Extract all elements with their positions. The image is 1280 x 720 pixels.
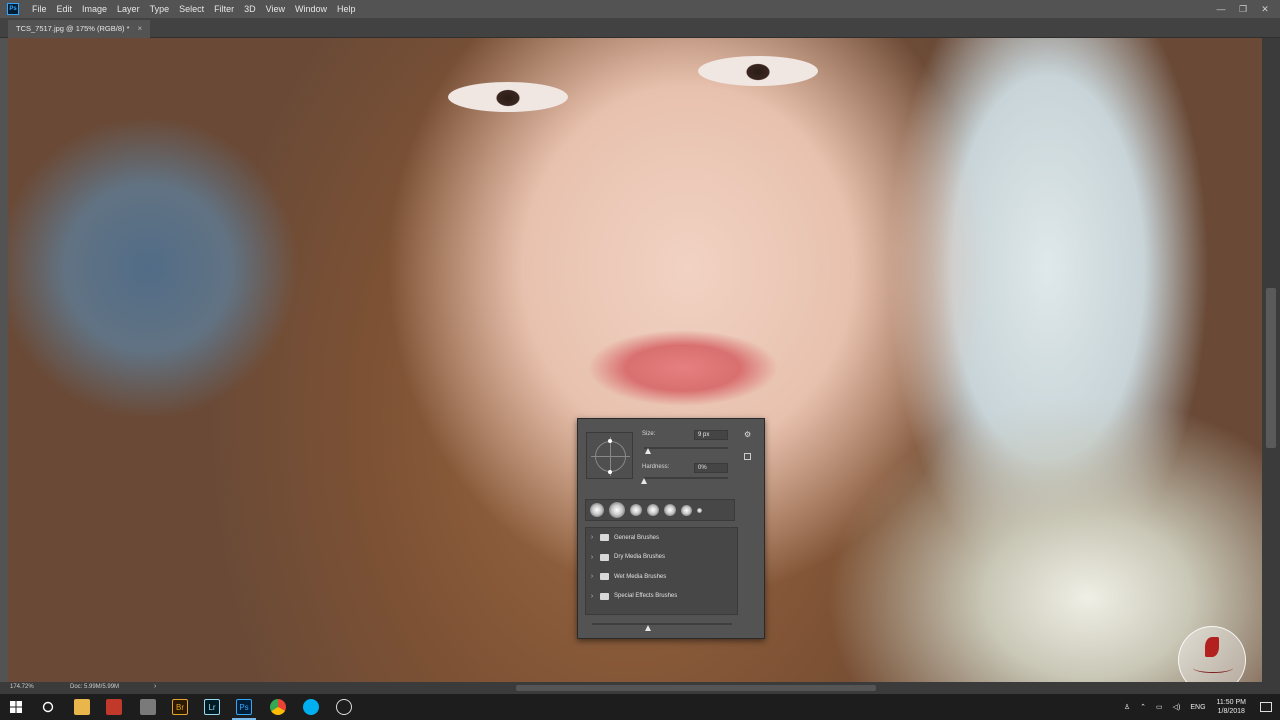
photoshop-window: Ps File Edit Image Layer Type Select Fil… [0, 0, 1280, 720]
preview-size-slider-track[interactable] [592, 623, 732, 625]
chevron-right-icon[interactable]: › [586, 554, 598, 561]
file-explorer-icon[interactable] [74, 699, 90, 715]
menu-layer[interactable]: Layer [112, 0, 145, 18]
menu-view[interactable]: View [261, 0, 290, 18]
menu-help[interactable]: Help [332, 0, 361, 18]
watermark-emblem [1205, 637, 1219, 657]
preview-size-slider-knob[interactable] [645, 625, 651, 631]
size-input[interactable]: 9 px [694, 430, 728, 440]
network-icon[interactable]: ▭ [1156, 703, 1163, 711]
brush-preset-picker: Size: 9 px Hardness: 0% ⚙ › General Brus… [577, 418, 765, 639]
folder-icon [600, 534, 609, 542]
vertical-scrollbar[interactable] [1262, 38, 1280, 682]
photoshop-logo-icon: Ps [7, 3, 19, 15]
folder-icon [600, 553, 609, 561]
photo-eye-right [698, 56, 818, 86]
clock-date: 1/8/2018 [1217, 708, 1245, 715]
document-size-info: Doc: 5.99M/5.99M [70, 684, 120, 690]
reset-icon[interactable] [744, 453, 751, 460]
bridge-icon[interactable]: Br [172, 699, 188, 715]
menu-window[interactable]: Window [290, 0, 332, 18]
minimize-button[interactable]: — [1210, 4, 1232, 14]
window-controls: — ❐ ✕ [1210, 0, 1276, 18]
lightroom-icon[interactable]: Lr [204, 699, 220, 715]
chevron-right-icon[interactable]: › [586, 593, 598, 600]
document-tab-title: TCS_7517.jpg @ 175% (RGB/8) * [16, 24, 130, 33]
menu-edit[interactable]: Edit [52, 0, 78, 18]
show-hidden-icons-icon[interactable]: ⌃ [1140, 703, 1146, 711]
size-slider-track[interactable] [644, 447, 728, 449]
menu-file[interactable]: File [27, 0, 52, 18]
folder-label: General Brushes [614, 534, 660, 541]
menu-3d[interactable]: 3D [239, 0, 261, 18]
menu-select[interactable]: Select [174, 0, 209, 18]
brush-tip-5[interactable] [664, 504, 676, 516]
document-tab[interactable]: TCS_7517.jpg @ 175% (RGB/8) * × [8, 20, 151, 38]
menu-type[interactable]: Type [145, 0, 175, 18]
menu-bar: Ps File Edit Image Layer Type Select Fil… [0, 0, 1280, 18]
hardness-slider-knob[interactable] [641, 478, 647, 484]
brush-tip-4[interactable] [647, 504, 659, 516]
chevron-right-icon[interactable]: › [586, 573, 598, 580]
brush-tip-3[interactable] [630, 504, 642, 516]
search-icon[interactable] [40, 699, 56, 715]
folder-label: Wet Media Brushes [614, 573, 667, 580]
notification-center-icon[interactable] [1260, 702, 1272, 712]
menu-image[interactable]: Image [77, 0, 112, 18]
brush-tip-preview[interactable] [586, 432, 633, 479]
vertical-scroll-thumb[interactable] [1266, 288, 1276, 448]
hardness-label: Hardness: [642, 464, 670, 470]
menu-filter[interactable]: Filter [209, 0, 239, 18]
size-slider-knob[interactable] [645, 448, 652, 454]
folder-label: Special Effects Brushes [614, 593, 678, 600]
close-button[interactable]: ✕ [1254, 4, 1276, 15]
language-indicator[interactable]: ENG [1190, 704, 1205, 711]
hardness-slider-track[interactable] [644, 477, 728, 479]
watermark-signature [1193, 663, 1233, 673]
document-tab-bar: TCS_7517.jpg @ 175% (RGB/8) * × [0, 18, 1280, 38]
photoshop-taskbar-icon[interactable]: Ps [236, 699, 252, 715]
horizontal-scroll-thumb[interactable] [516, 685, 876, 691]
folder-dry-media-brushes[interactable]: › Dry Media Brushes [586, 548, 737, 568]
horizontal-scrollbar[interactable] [166, 683, 1256, 693]
folder-general-brushes[interactable]: › General Brushes [586, 528, 737, 548]
clock-time: 11:50 PM [1216, 699, 1246, 706]
brush-tip-6[interactable] [681, 504, 692, 516]
size-label: Size: [642, 431, 656, 437]
restore-button[interactable]: ❐ [1232, 4, 1254, 15]
puzzle-app-icon[interactable] [106, 699, 122, 715]
photo-eye-left [448, 82, 568, 112]
skype-icon[interactable] [303, 699, 319, 715]
brush-tip-2[interactable] [609, 502, 625, 518]
recent-brush-tips [585, 499, 735, 521]
folder-special-effects-brushes[interactable]: › Special Effects Brushes [586, 587, 737, 607]
brush-roundness-handle-top[interactable] [608, 439, 612, 443]
disk-app-icon[interactable] [140, 699, 156, 715]
brush-tip-7[interactable] [697, 507, 702, 513]
people-icon[interactable]: ♙ [1124, 703, 1130, 711]
folder-icon [600, 573, 609, 581]
brush-roundness-handle-bottom[interactable] [608, 470, 612, 474]
clock[interactable]: 11:50 PM 1/8/2018 [1217, 698, 1246, 716]
chrome-icon[interactable] [270, 699, 286, 715]
system-tray: ♙ ⌃ ▭ ◁) ENG 11:50 PM 1/8/2018 [1119, 694, 1280, 720]
settings-gear-icon[interactable]: ⚙ [744, 430, 751, 439]
chevron-right-icon[interactable]: › [586, 534, 598, 541]
windows-taskbar: Br Lr Ps ♙ ⌃ ▭ ◁) ENG 11:50 PM 1/8/2018 [0, 694, 1280, 720]
start-icon[interactable] [8, 699, 24, 715]
status-menu-arrow-icon[interactable]: › [154, 683, 156, 690]
brush-tip-1[interactable] [590, 503, 604, 517]
folder-label: Dry Media Brushes [614, 554, 666, 561]
brush-folder-list: › General Brushes › Dry Media Brushes › … [585, 527, 738, 615]
settings-app-icon[interactable] [336, 699, 352, 715]
close-tab-icon[interactable]: × [138, 20, 143, 38]
folder-icon [600, 592, 609, 600]
hardness-input[interactable]: 0% [694, 463, 728, 473]
folder-wet-media-brushes[interactable]: › Wet Media Brushes [586, 567, 737, 587]
zoom-level[interactable]: 174.72% [10, 684, 34, 690]
volume-icon[interactable]: ◁) [1173, 703, 1181, 711]
